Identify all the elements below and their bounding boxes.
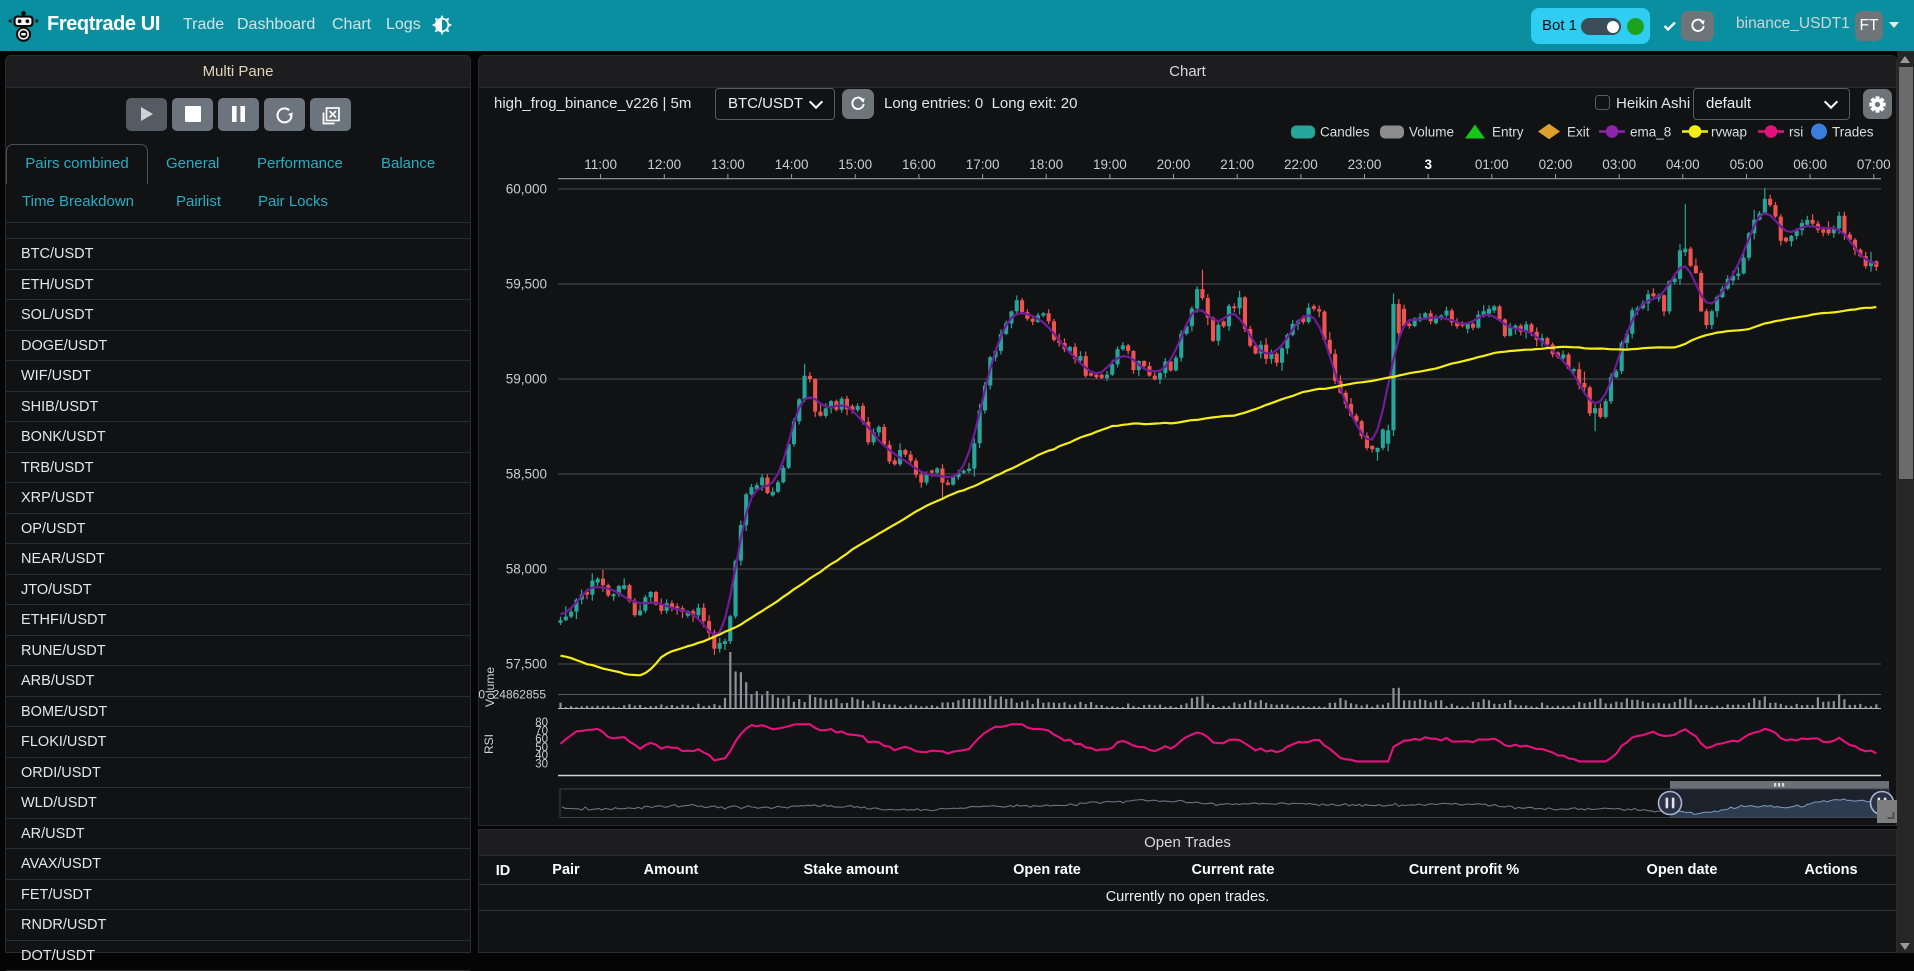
svg-text:Entry: Entry (1492, 125, 1524, 140)
svg-text:01:00: 01:00 (1475, 157, 1509, 172)
svg-text:04:00: 04:00 (1666, 157, 1700, 172)
svg-text:18:00: 18:00 (1029, 157, 1063, 172)
svg-text:Candles: Candles (1320, 125, 1370, 140)
svg-text:12:00: 12:00 (647, 157, 681, 172)
svg-text:rsi: rsi (1789, 125, 1803, 140)
svg-text:24862855: 24862855 (493, 688, 547, 702)
svg-text:RSI: RSI (482, 734, 496, 754)
svg-text:rvwap: rvwap (1711, 125, 1747, 140)
svg-text:19:00: 19:00 (1093, 157, 1127, 172)
svg-text:30: 30 (535, 758, 548, 770)
svg-text:20:00: 20:00 (1157, 157, 1191, 172)
svg-text:58,500: 58,500 (506, 467, 547, 482)
svg-text:22:00: 22:00 (1284, 157, 1318, 172)
svg-text:21:00: 21:00 (1220, 157, 1254, 172)
svg-text:06:00: 06:00 (1793, 157, 1827, 172)
svg-text:02:00: 02:00 (1539, 157, 1573, 172)
svg-text:57,500: 57,500 (506, 657, 547, 672)
svg-text:17:00: 17:00 (966, 157, 1000, 172)
svg-text:23:00: 23:00 (1348, 157, 1382, 172)
svg-text:0: 0 (478, 688, 485, 702)
svg-text:13:00: 13:00 (711, 157, 745, 172)
svg-text:16:00: 16:00 (902, 157, 936, 172)
svg-text:07:00: 07:00 (1857, 157, 1891, 172)
svg-text:59,500: 59,500 (506, 277, 547, 292)
svg-text:14:00: 14:00 (775, 157, 809, 172)
svg-text:05:00: 05:00 (1730, 157, 1764, 172)
svg-text:60,000: 60,000 (506, 182, 547, 197)
svg-text:Trades: Trades (1832, 125, 1874, 140)
svg-text:Exit: Exit (1567, 125, 1590, 140)
svg-text:3: 3 (1424, 157, 1432, 172)
svg-text:11:00: 11:00 (584, 157, 617, 172)
svg-text:03:00: 03:00 (1602, 157, 1636, 172)
svg-text:15:00: 15:00 (838, 157, 872, 172)
svg-text:ema_8: ema_8 (1630, 125, 1671, 140)
svg-text:Volume: Volume (1409, 125, 1454, 140)
svg-text:59,000: 59,000 (506, 372, 547, 387)
svg-text:58,000: 58,000 (506, 562, 547, 577)
